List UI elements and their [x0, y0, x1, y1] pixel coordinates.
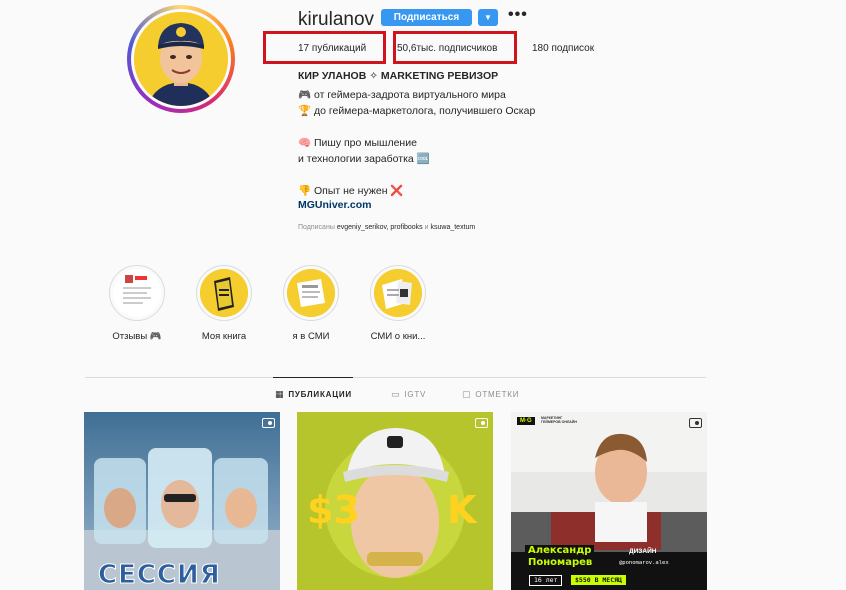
- post-2-title-left: $3: [307, 488, 360, 532]
- highlight-reviews[interactable]: Отзывы 🎮: [109, 265, 165, 342]
- tag-icon: ▢: [462, 389, 472, 399]
- tab-posts-label: ПУБЛИКАЦИИ: [288, 390, 352, 399]
- tab-igtv-label: IGTV: [404, 390, 427, 399]
- followed-by-names[interactable]: evgeniy_serikov, profibooks: [337, 224, 423, 231]
- video-icon: [689, 418, 702, 428]
- followed-by-and: и: [424, 224, 429, 231]
- bio-line-2: 🏆 до геймера-маркетолога, получившего Ос…: [298, 105, 536, 117]
- post-3-badge: M·G: [517, 417, 535, 425]
- highlight-my-book[interactable]: Моя книга: [196, 265, 252, 342]
- post-1-title: СЕССИЯ: [98, 560, 221, 590]
- post-3-name-line2: Пономарев: [525, 557, 596, 569]
- video-icon: [262, 418, 275, 428]
- highlight-in-media-label: я в СМИ: [292, 331, 330, 342]
- followed-by-last[interactable]: ksuwa_textum: [431, 224, 476, 231]
- highlight-media-about-book-label: СМИ о кни...: [370, 331, 426, 342]
- followed-by-prefix: Подписаны: [298, 224, 335, 231]
- tab-tagged[interactable]: ▢ ОТМЕТКИ: [462, 389, 519, 400]
- post-1[interactable]: СЕССИЯ: [84, 412, 280, 590]
- post-3-age: 16 лет: [529, 575, 563, 586]
- following-count[interactable]: 180 подписок: [532, 43, 594, 54]
- bio-line-4: и технологии заработка 🆒: [298, 153, 430, 165]
- chevron-down-icon: ▼: [484, 13, 492, 22]
- bio-website-link[interactable]: MGUniver.com: [298, 199, 372, 211]
- tab-tagged-label: ОТМЕТКИ: [475, 390, 520, 399]
- post-2-title-right: K: [447, 488, 477, 532]
- highlight-in-media[interactable]: я в СМИ: [283, 265, 339, 342]
- bio-line-3: 🧠 Пишу про мышление: [298, 137, 417, 149]
- bio-full-name: КИР УЛАНОВ ✧ MARKETING РЕВИЗОР: [298, 70, 499, 82]
- grid-icon: ▦: [275, 389, 285, 399]
- post-3-badge-subtitle: МАРКЕТИНГ ГЕЙМЕРОВ ОНЛАЙН: [541, 416, 577, 424]
- tab-igtv[interactable]: ▭ IGTV: [391, 389, 426, 400]
- avatar-photo: [134, 12, 228, 106]
- post-2[interactable]: $3 K: [297, 412, 493, 590]
- highlight-reviews-label: Отзывы 🎮: [112, 331, 162, 342]
- follow-button[interactable]: Подписаться: [381, 9, 472, 26]
- highlight-media-about-book[interactable]: СМИ о кни...: [370, 265, 426, 342]
- bio-line-1: 🎮 от геймера-задрота виртуального мира: [298, 89, 506, 101]
- suggestions-dropdown-button[interactable]: ▼: [478, 9, 498, 26]
- post-3-role: ДИЗАЙН: [629, 548, 657, 555]
- post-3-handle: @ponomarov.alex: [619, 560, 669, 566]
- igtv-icon: ▭: [391, 389, 401, 399]
- post-3-name-line1: Александр: [525, 545, 595, 557]
- active-tab-indicator: [273, 377, 353, 378]
- posts-count: 17 публикаций: [298, 43, 367, 54]
- highlight-my-book-label: Моя книга: [201, 331, 247, 342]
- tab-posts[interactable]: ▦ ПУБЛИКАЦИИ: [275, 389, 352, 400]
- followed-by-text[interactable]: Подписаны evgeniy_serikov, profibooks и …: [298, 224, 475, 231]
- profile-avatar[interactable]: [127, 5, 235, 113]
- more-options-button[interactable]: •••: [508, 6, 528, 24]
- followers-count[interactable]: 50,6тыс. подписчиков: [397, 43, 497, 54]
- post-3[interactable]: M·G МАРКЕТИНГ ГЕЙМЕРОВ ОНЛАЙН Александр …: [511, 412, 707, 590]
- video-icon: [475, 418, 488, 428]
- bio-line-5: 👎 Опыт не нужен ❌: [298, 185, 404, 197]
- post-3-income: $550 В МЕСЯЦ: [571, 575, 626, 585]
- tabs-divider: [85, 377, 706, 378]
- profile-username: kirulanov: [298, 9, 375, 30]
